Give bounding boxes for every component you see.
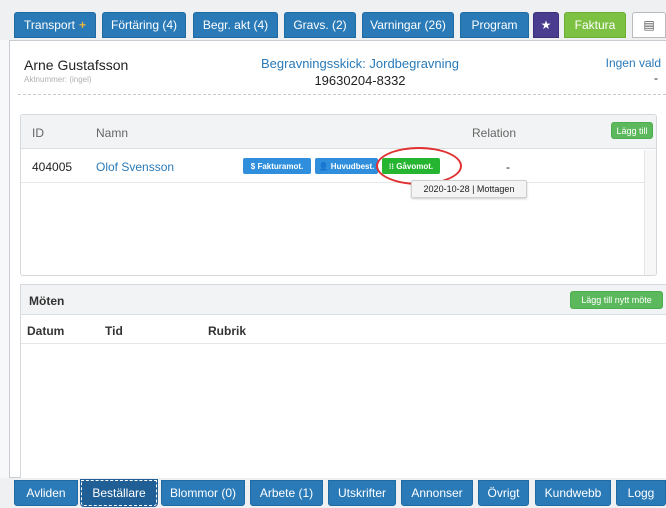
relation-value: - — [506, 160, 510, 174]
relation-id: 404005 — [32, 160, 73, 174]
tab-ovrigt[interactable]: Övrigt — [478, 480, 529, 506]
tab-begr-akt[interactable]: Begr. akt (4) — [193, 12, 278, 38]
plus-icon: + — [78, 18, 86, 32]
table-row[interactable]: 404005 Olof Svensson $ Fakturamot. 👤 Huv… — [21, 150, 656, 183]
column-name: Namn — [96, 126, 129, 140]
tab-arbete[interactable]: Arbete (1) — [250, 480, 323, 506]
record-number: Aktnummer: (ingel) — [24, 75, 92, 84]
column-id: ID — [32, 126, 44, 140]
star-icon: ★ — [540, 18, 552, 32]
tab-program[interactable]: Program — [460, 12, 529, 38]
tab-label: Transport — [24, 18, 75, 32]
tab-list[interactable]: ▤ — [632, 12, 666, 38]
meetings-columns: Datum Tid Rubrik — [21, 316, 666, 344]
column-time: Tid — [105, 324, 123, 338]
relations-header: ID Namn Relation Lägg till — [21, 115, 656, 149]
tab-blommor[interactable]: Blommor (0) — [161, 480, 245, 506]
tab-fortaring[interactable]: Förtäring (4) — [102, 12, 186, 38]
tab-utskrifter[interactable]: Utskrifter — [328, 480, 396, 506]
meetings-table: Möten Lägg till nytt möte Datum Tid Rubr… — [20, 284, 666, 479]
bottom-tab-bar: Avliden Beställare Blommor (0) Arbete (1… — [0, 478, 666, 508]
personal-id: 19630204-8332 — [314, 73, 406, 88]
meetings-header: Möten Lägg till nytt möte — [21, 285, 666, 315]
main-orderer-badge[interactable]: 👤 Huvudbest. — [315, 158, 378, 174]
list-icon: ▤ — [643, 18, 655, 32]
tab-annonser[interactable]: Annonser — [401, 480, 473, 506]
relation-name-link[interactable]: Olof Svensson — [96, 160, 174, 174]
tab-varningar[interactable]: Varningar (26) — [362, 12, 454, 38]
column-date: Datum — [27, 324, 65, 338]
deceased-name: Arne Gustafsson — [24, 57, 129, 73]
tab-bestallare[interactable]: Beställare — [80, 479, 158, 507]
tab-logg[interactable]: Logg — [616, 480, 666, 506]
tab-favorites[interactable]: ★ — [533, 12, 559, 38]
tab-transport[interactable]: Transport + — [14, 12, 96, 38]
top-tab-bar: Transport + Förtäring (4) Begr. akt (4) … — [0, 0, 666, 40]
meetings-title: Möten — [29, 294, 65, 308]
invoice-recipient-badge[interactable]: $ Fakturamot. — [243, 158, 311, 174]
burial-type[interactable]: Begravningsskick: Jordbegravning — [210, 56, 510, 71]
tab-gravs[interactable]: Gravs. (2) — [284, 12, 356, 38]
add-relation-button[interactable]: Lägg till — [611, 122, 653, 139]
tab-faktura[interactable]: Faktura — [564, 12, 626, 38]
column-relation: Relation — [472, 126, 517, 140]
tab-kundwebb[interactable]: Kundwebb — [535, 480, 611, 506]
main-panel: Arne Gustafsson Aktnummer: (ingel) Begra… — [9, 40, 666, 479]
add-meeting-button[interactable]: Lägg till nytt möte — [570, 291, 663, 309]
selection-value: - — [654, 71, 658, 85]
selection-link[interactable]: Ingen vald — [606, 56, 661, 70]
status-tooltip: 2020-10-28 | Mottagen — [411, 180, 527, 198]
divider — [18, 94, 666, 95]
tab-avliden[interactable]: Avliden — [14, 480, 78, 506]
column-subject: Rubrik — [208, 324, 247, 338]
scrollbar[interactable] — [644, 150, 656, 275]
relations-table: ID Namn Relation Lägg till 404005 Olof S… — [20, 114, 657, 276]
